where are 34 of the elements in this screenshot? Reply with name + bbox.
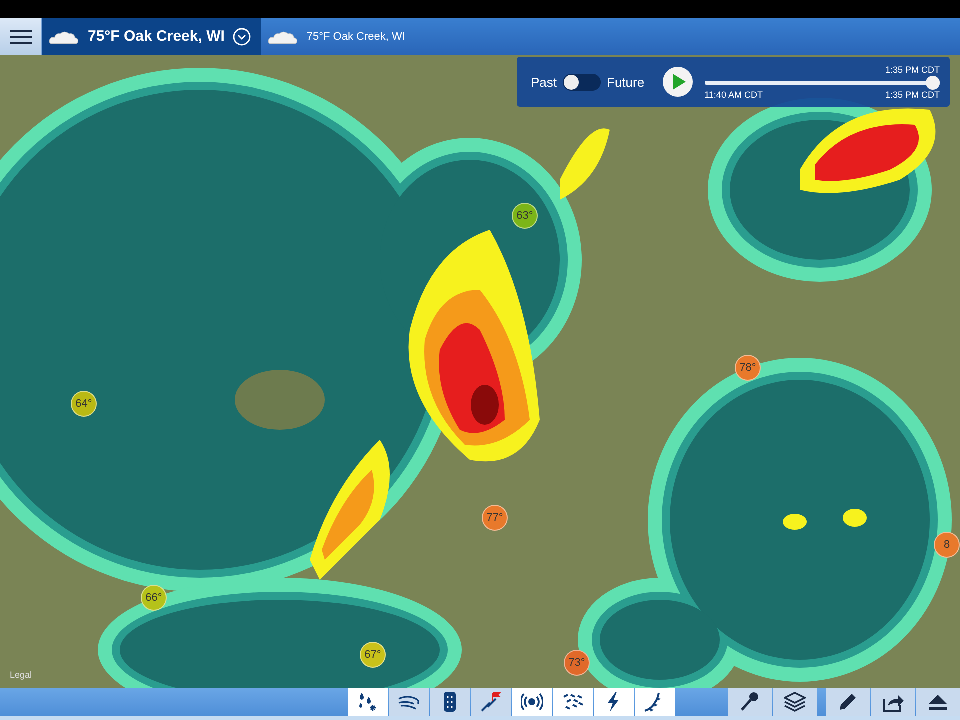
layer-toggle[interactable] (512, 688, 552, 716)
tool-button[interactable] (916, 688, 960, 716)
play-icon (672, 74, 686, 90)
droplets-snowflake-icon (357, 691, 379, 713)
pencil-icon (837, 691, 859, 713)
timeline-handle[interactable] (926, 76, 940, 90)
layer-toggle[interactable] (553, 688, 593, 716)
flag-bolt-icon (480, 691, 502, 713)
menu-button[interactable] (0, 18, 42, 55)
layer-toggle[interactable] (348, 688, 388, 716)
layer-toggle[interactable] (389, 688, 429, 716)
legal-link[interactable]: Legal (10, 670, 32, 680)
layer-toggle[interactable] (594, 688, 634, 716)
layers-icon (784, 691, 806, 713)
current-time: 1:35 PM CDT (885, 64, 940, 74)
key-icon (739, 691, 761, 713)
location-tab[interactable]: 75°F Oak Creek, WI (42, 18, 261, 55)
tool-button[interactable] (773, 688, 817, 716)
play-button[interactable] (662, 67, 693, 97)
start-time: 11:40 AM CDT (704, 90, 763, 100)
broadcast-icon (521, 691, 543, 713)
past-label: Past (531, 74, 558, 90)
tool-button[interactable] (826, 688, 870, 716)
past-future-switch[interactable] (563, 74, 602, 90)
layer-toggle[interactable] (635, 688, 675, 716)
future-label: Future (607, 74, 645, 90)
layer-toggle[interactable] (471, 688, 511, 716)
layer-toggle[interactable] (430, 688, 470, 716)
location-tab[interactable]: 75°F Oak Creek, WI (260, 18, 416, 55)
chevron-down-icon (232, 28, 251, 46)
end-time: 1:35 PM CDT (885, 90, 940, 100)
tool-button[interactable] (871, 688, 915, 716)
tool-button[interactable] (728, 688, 772, 716)
menu-icon (10, 30, 32, 44)
